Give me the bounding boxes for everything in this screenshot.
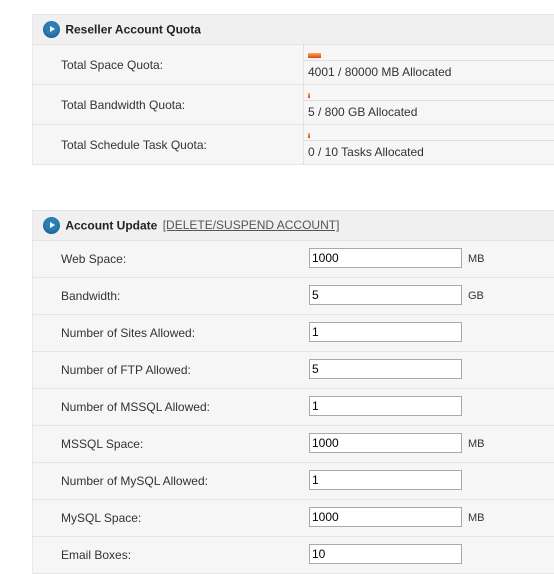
account-update-panel: Account Update [DELETE/SUSPEND ACCOUNT] … bbox=[32, 210, 554, 574]
account-field-row: Email Boxes: bbox=[33, 537, 554, 574]
quota-label: Total Bandwidth Quota: bbox=[61, 98, 186, 112]
quota-rows: Total Space Quota: 4001 / 80000 MB Alloca… bbox=[33, 45, 554, 165]
quota-label: Total Space Quota: bbox=[61, 58, 164, 72]
quota-row: Total Bandwidth Quota: 5 / 800 GB Allocat… bbox=[33, 85, 554, 125]
update-panel-header: Account Update [DELETE/SUSPEND ACCOUNT] bbox=[33, 211, 554, 241]
quota-progress-bar bbox=[308, 133, 554, 138]
field-input[interactable] bbox=[309, 322, 462, 342]
quota-cell: 0 / 10 Tasks Allocated bbox=[303, 125, 554, 164]
quota-panel-header: Reseller Account Quota bbox=[33, 15, 554, 45]
quota-progress-bar bbox=[308, 93, 554, 98]
quota-usage-text: 4001 / 80000 MB Allocated bbox=[308, 65, 452, 79]
quota-cell: 5 / 800 GB Allocated bbox=[303, 85, 554, 124]
account-field-row: Number of FTP Allowed: bbox=[33, 352, 554, 389]
field-input[interactable] bbox=[309, 507, 462, 527]
account-field-row: Bandwidth: GB bbox=[33, 278, 554, 315]
quota-usage-text: 0 / 10 Tasks Allocated bbox=[308, 145, 424, 159]
delete-suspend-account-link[interactable]: [DELETE/SUSPEND ACCOUNT] bbox=[163, 218, 340, 232]
account-field-row: Web Space: MB bbox=[33, 241, 554, 278]
field-input[interactable] bbox=[309, 433, 462, 453]
field-label: Bandwidth: bbox=[61, 289, 121, 303]
account-field-row: Number of MySQL Allowed: bbox=[33, 463, 554, 500]
quota-panel-title: Reseller Account Quota bbox=[65, 22, 201, 37]
field-label: Web Space: bbox=[61, 252, 127, 266]
update-rows: Web Space: MB Bandwidth: GB Number of Sites … bbox=[33, 241, 554, 574]
field-label: Number of MSSQL Allowed: bbox=[61, 400, 210, 414]
quota-progress-bar bbox=[308, 53, 554, 58]
field-input[interactable] bbox=[309, 544, 462, 564]
field-input[interactable] bbox=[309, 285, 462, 305]
field-label: MSSQL Space: bbox=[61, 437, 144, 451]
account-field-row: Number of Sites Allowed: bbox=[33, 315, 554, 352]
quota-row: Total Space Quota: 4001 / 80000 MB Alloca… bbox=[33, 45, 554, 85]
quota-progress-fill bbox=[308, 93, 310, 98]
quota-divider bbox=[304, 140, 554, 141]
account-field-row: Number of MSSQL Allowed: bbox=[33, 389, 554, 426]
quota-label: Total Schedule Task Quota: bbox=[61, 138, 207, 152]
field-label: Number of Sites Allowed: bbox=[61, 326, 196, 340]
field-input[interactable] bbox=[309, 359, 462, 379]
play-circle-icon bbox=[43, 217, 60, 235]
reseller-quota-panel: Reseller Account Quota Total Space Quota… bbox=[32, 14, 554, 165]
quota-progress-fill bbox=[308, 53, 321, 58]
field-input[interactable] bbox=[309, 470, 462, 490]
play-circle-icon bbox=[43, 21, 60, 39]
unit-label: MB bbox=[468, 438, 485, 450]
quota-usage-text: 5 / 800 GB Allocated bbox=[308, 105, 418, 119]
quota-row: Total Schedule Task Quota: 0 / 10 Tasks A… bbox=[33, 125, 554, 165]
field-input[interactable] bbox=[309, 396, 462, 416]
field-input[interactable] bbox=[309, 248, 462, 268]
account-field-row: MySQL Space: MB bbox=[33, 500, 554, 537]
field-label: Number of FTP Allowed: bbox=[61, 363, 191, 377]
unit-label: MB bbox=[468, 512, 485, 524]
update-panel-title: Account Update bbox=[65, 218, 158, 233]
quota-cell: 4001 / 80000 MB Allocated bbox=[303, 45, 554, 84]
field-label: Number of MySQL Allowed: bbox=[61, 474, 208, 488]
account-field-row: MSSQL Space: MB bbox=[33, 426, 554, 463]
quota-divider bbox=[304, 100, 554, 101]
quota-progress-fill bbox=[308, 133, 310, 138]
quota-divider bbox=[304, 60, 554, 61]
unit-label: MB bbox=[468, 253, 485, 265]
field-label: MySQL Space: bbox=[61, 511, 142, 525]
unit-label: GB bbox=[468, 290, 484, 302]
